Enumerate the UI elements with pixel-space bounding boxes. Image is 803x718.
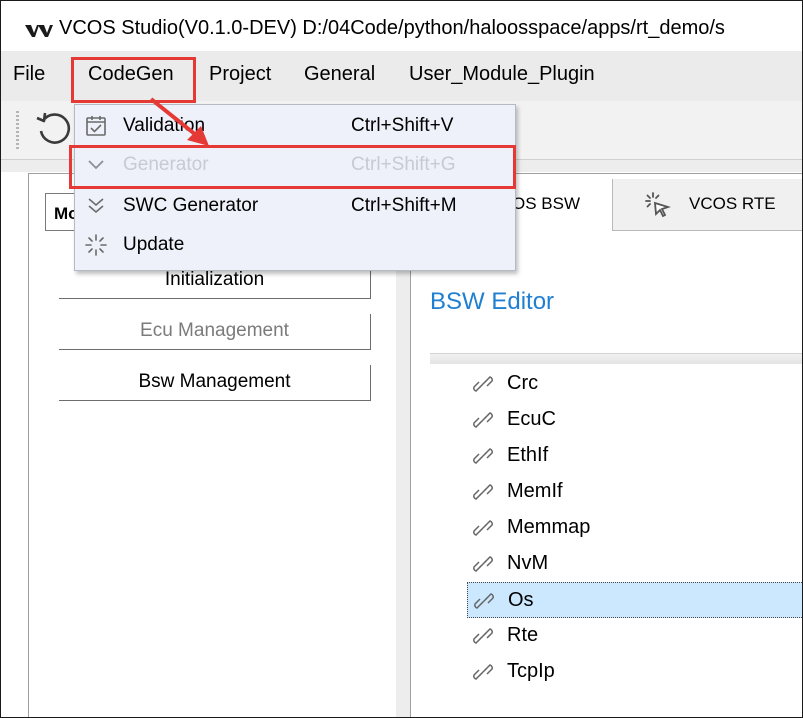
module-label: NvM [507, 552, 549, 574]
menu-item-validation-label: Validation [123, 115, 206, 136]
tab-os-bsw-label: OS BSW [512, 194, 581, 213]
menu-project[interactable]: Project [209, 63, 271, 86]
tab-vcos-rte-label: VCOS RTE [689, 194, 776, 213]
highlight-codegen-box [71, 57, 196, 103]
module-label: Rte [507, 624, 539, 646]
module-tree-item[interactable]: Rte [467, 618, 802, 654]
module-label: Os [508, 589, 534, 611]
tab-strip-border [613, 230, 802, 231]
menu-item-validation[interactable]: Validation Ctrl+Shift+V [75, 107, 515, 146]
editor-title: BSW Editor [430, 288, 555, 315]
module-tree-item[interactable]: EcuC [467, 402, 802, 438]
link-icon [473, 664, 493, 680]
module-tree-item[interactable]: NvM [467, 546, 802, 582]
highlight-generator-box [69, 145, 516, 189]
module-tree-item[interactable]: MemIf [467, 474, 802, 510]
link-icon [473, 484, 493, 500]
menu-item-swc-generator[interactable]: SWC Generator Ctrl+Shift+M [75, 187, 515, 226]
menu-user-module-plugin[interactable]: User_Module_Plugin [409, 63, 595, 86]
module-tree-item[interactable]: TcpIp [467, 654, 802, 690]
window-title: VCOS Studio(V0.1.0-DEV) D:/04Code/python… [59, 17, 725, 39]
menu-item-update-label: Update [123, 234, 185, 255]
link-icon [474, 593, 494, 609]
link-icon [473, 448, 493, 464]
menu-file[interactable]: File [13, 63, 45, 86]
module-label: EthIf [507, 444, 549, 466]
menu-item-swc-generator-label: SWC Generator [123, 195, 259, 216]
spinner-icon [85, 234, 107, 256]
menu-item-swc-generator-shortcut: Ctrl+Shift+M [351, 195, 457, 216]
link-icon [473, 520, 493, 536]
tree-header [430, 353, 802, 364]
module-tree-item[interactable]: Memmap [467, 510, 802, 546]
link-icon [473, 628, 493, 644]
menu-item-update[interactable]: Update [75, 226, 515, 265]
app-window: VCOS Studio(V0.1.0-DEV) D:/04Code/python… [0, 0, 803, 718]
app-logo-icon [25, 25, 53, 37]
module-label: MemIf [507, 480, 563, 502]
link-icon [473, 376, 493, 392]
cursor-click-icon [645, 192, 671, 218]
menu-general[interactable]: General [304, 63, 375, 86]
module-tree-item[interactable]: Crc [467, 366, 802, 402]
module-label: TcpIp [507, 660, 555, 682]
module-label: Crc [507, 372, 539, 394]
menu-item-validation-shortcut: Ctrl+Shift+V [351, 115, 454, 136]
tab-vcos-rte[interactable]: VCOS RTE [613, 179, 802, 231]
module-tree-item[interactable]: Os [467, 582, 802, 618]
link-icon [473, 412, 493, 428]
toolbar-grip[interactable] [16, 111, 19, 149]
module-label: EcuC [507, 408, 556, 430]
module-label: Memmap [507, 516, 591, 538]
bsw-management-button[interactable]: Bsw Management [59, 365, 371, 401]
double-chevron-down-icon [88, 198, 104, 214]
ecu-management-button[interactable]: Ecu Management [59, 314, 371, 350]
module-tree-item[interactable]: EthIf [467, 438, 802, 474]
title-bar: VCOS Studio(V0.1.0-DEV) D:/04Code/python… [1, 1, 802, 51]
checklist-icon [86, 116, 106, 136]
refresh-icon[interactable] [34, 109, 74, 149]
link-icon [473, 556, 493, 572]
